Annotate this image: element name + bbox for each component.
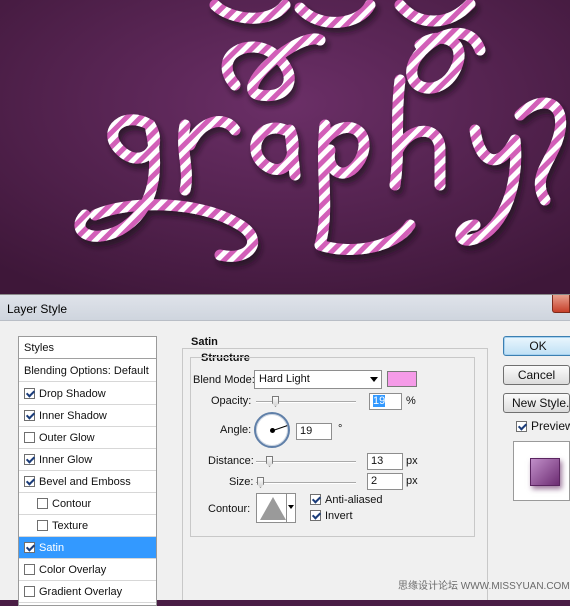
invert-option[interactable]: Invert — [310, 510, 353, 522]
style-item-label: Styles — [24, 342, 54, 354]
style-item-blending-options-default[interactable]: Blending Options: Default — [19, 360, 156, 382]
style-checkbox[interactable] — [37, 520, 48, 531]
style-item-styles[interactable]: Styles — [19, 337, 156, 359]
candy-cane-text-artwork — [0, 0, 570, 295]
satin-color-swatch[interactable] — [387, 371, 417, 387]
opacity-label: Opacity: — [211, 395, 252, 407]
contour-triangle-icon — [260, 497, 286, 520]
chevron-down-icon — [370, 377, 378, 382]
style-checkbox[interactable] — [24, 432, 35, 443]
style-item-label: Outer Glow — [39, 432, 95, 444]
style-checkbox[interactable] — [24, 586, 35, 597]
style-checkbox[interactable] — [24, 542, 35, 553]
size-label: Size: — [229, 476, 254, 488]
opacity-slider-track[interactable] — [256, 401, 356, 403]
style-checkbox[interactable] — [37, 498, 48, 509]
distance-unit: px — [406, 455, 418, 467]
dialog-title: Layer Style — [7, 302, 68, 316]
style-item-label: Drop Shadow — [39, 388, 106, 400]
preview-swatch — [530, 458, 560, 486]
distance-label: Distance: — [208, 455, 254, 467]
style-item-label: Bevel and Emboss — [39, 476, 131, 488]
style-checkbox[interactable] — [24, 454, 35, 465]
ok-button[interactable]: OK — [503, 336, 570, 356]
style-item-inner-shadow[interactable]: Inner Shadow — [19, 405, 156, 427]
preview-option[interactable]: Preview — [516, 419, 570, 433]
close-icon[interactable] — [552, 295, 570, 313]
watermark-text: 思缘设计论坛 WWW.MISSYUAN.COM — [398, 581, 570, 592]
style-item-bevel-and-emboss[interactable]: Bevel and Emboss — [19, 471, 156, 493]
style-item-satin[interactable]: Satin — [19, 537, 156, 559]
preview-label: Preview — [531, 419, 570, 433]
distance-value: 13 — [371, 455, 384, 467]
style-item-texture[interactable]: Texture — [19, 515, 156, 537]
size-slider-track[interactable] — [256, 482, 356, 484]
angle-input[interactable]: 19 — [296, 423, 332, 440]
opacity-unit: % — [406, 395, 416, 407]
style-checkbox[interactable] — [24, 410, 35, 421]
cancel-button[interactable]: Cancel — [503, 365, 570, 385]
style-item-label: Color Overlay — [39, 564, 107, 576]
angle-dial[interactable] — [254, 412, 290, 448]
size-unit: px — [406, 475, 418, 487]
style-item-outer-glow[interactable]: Outer Glow — [19, 427, 156, 449]
style-item-inner-glow[interactable]: Inner Glow — [19, 449, 156, 471]
style-item-label: Gradient Overlay — [39, 586, 123, 598]
style-item-label: Inner Shadow — [39, 410, 107, 422]
invert-checkbox[interactable] — [310, 510, 321, 521]
anti-aliased-option[interactable]: Anti-aliased — [310, 494, 382, 506]
canvas-artwork — [0, 0, 570, 295]
style-item-color-overlay[interactable]: Color Overlay — [19, 559, 156, 581]
angle-dial-needle — [272, 425, 288, 431]
blend-mode-label: Blend Mode: — [193, 374, 255, 386]
angle-value: 19 — [300, 425, 313, 437]
contour-picker[interactable] — [256, 493, 296, 523]
size-value: 2 — [371, 475, 378, 487]
style-checkbox[interactable] — [24, 388, 35, 399]
chevron-down-icon[interactable] — [286, 494, 295, 522]
opacity-input[interactable]: 19 — [369, 393, 402, 410]
anti-aliased-checkbox[interactable] — [310, 494, 321, 505]
contour-label: Contour: — [208, 503, 251, 515]
angle-unit: ° — [338, 423, 343, 435]
style-checkbox[interactable] — [24, 564, 35, 575]
anti-aliased-label: Anti-aliased — [325, 494, 383, 506]
style-item-label: Satin — [39, 542, 65, 554]
dialog-titlebar: Layer Style — [0, 295, 570, 321]
opacity-value: 19 — [373, 395, 386, 407]
style-item-label: Blending Options: Default — [24, 365, 149, 377]
style-item-label: Texture — [52, 520, 89, 532]
section-title-satin: Satin — [191, 336, 218, 348]
blend-mode-value: Hard Light — [259, 373, 310, 385]
style-item-drop-shadow[interactable]: Drop Shadow — [19, 383, 156, 405]
style-item-contour[interactable]: Contour — [19, 493, 156, 515]
styles-list: Styles Blending Options: Default Drop Shad… — [18, 336, 157, 606]
blend-mode-select[interactable]: Hard Light — [254, 370, 382, 389]
angle-label: Angle: — [220, 424, 252, 436]
style-item-label: Inner Glow — [39, 454, 93, 466]
style-preview-thumbnail — [513, 441, 570, 501]
preview-checkbox[interactable] — [516, 421, 527, 432]
distance-input[interactable]: 13 — [367, 453, 403, 470]
new-style-button[interactable]: New Style... — [503, 393, 570, 413]
invert-label: Invert — [325, 510, 353, 522]
style-item-label: Contour — [52, 498, 92, 510]
style-checkbox[interactable] — [24, 476, 35, 487]
size-input[interactable]: 2 — [367, 473, 403, 490]
